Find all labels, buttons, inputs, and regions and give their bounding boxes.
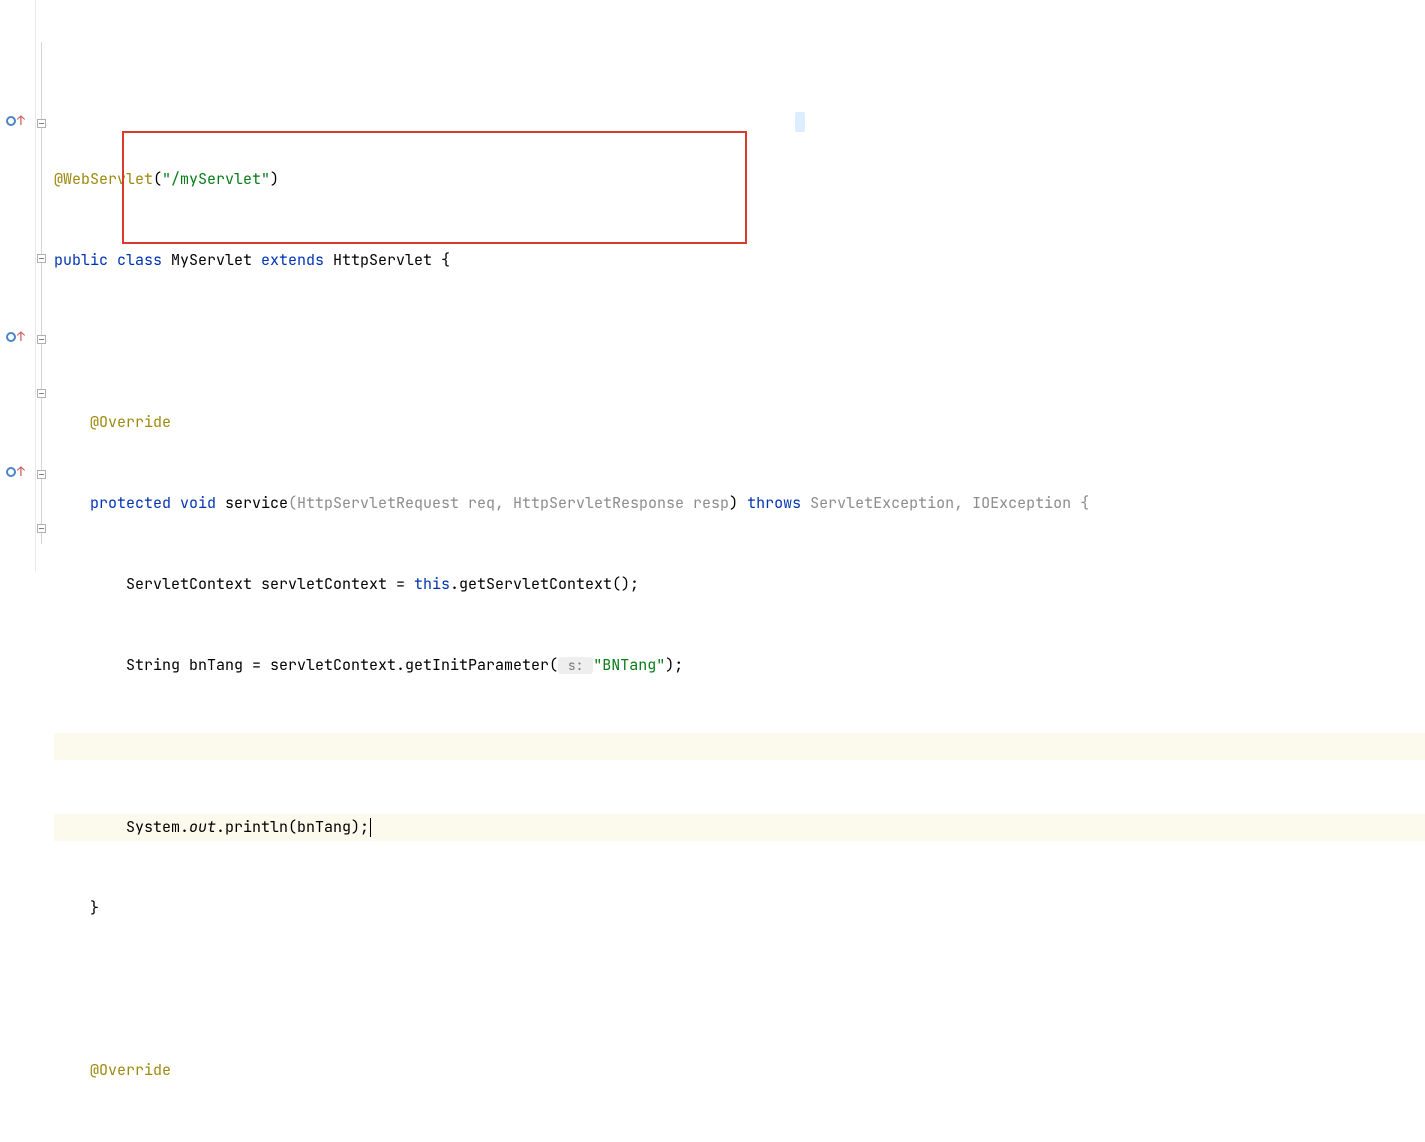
- override-up-arrow-icon: ↑: [17, 114, 25, 127]
- fold-toggle[interactable]: [37, 524, 46, 533]
- fold-toggle[interactable]: [37, 389, 46, 398]
- field: out: [189, 817, 216, 837]
- keyword: protected void: [90, 1141, 225, 1142]
- code-line[interactable]: }: [54, 895, 1425, 922]
- fold-toggle[interactable]: [37, 119, 46, 128]
- code-line[interactable]: @WebServlet("/myServlet"): [54, 166, 1425, 193]
- method-name: service: [225, 493, 288, 513]
- params: (HttpServletRequest req, HttpServletResp…: [270, 1141, 729, 1142]
- string-literal: "BNTang": [593, 655, 665, 675]
- text-caret: [370, 818, 371, 837]
- annotation: @Override: [90, 1060, 171, 1080]
- fold-toggle[interactable]: [37, 335, 46, 344]
- text: .println(bnTang);: [216, 817, 369, 837]
- class-name: MyServlet: [171, 250, 261, 270]
- text: HttpServlet {: [333, 250, 450, 270]
- text: (: [153, 169, 162, 189]
- code-editor[interactable]: @WebServlet("/myServlet") public class M…: [54, 0, 1425, 571]
- override-circle-icon: [6, 332, 16, 342]
- fold-toggle[interactable]: [37, 254, 46, 263]
- override-circle-icon: [6, 467, 16, 477]
- override-marker[interactable]: ↑: [6, 330, 30, 343]
- string-literal: "/myServlet": [162, 169, 270, 189]
- keyword: throws: [747, 493, 810, 513]
- code-line[interactable]: protected void service(HttpServletReques…: [54, 490, 1425, 517]
- keyword: this: [414, 574, 450, 594]
- param-hint: s:: [558, 657, 593, 674]
- fold-guide-line: [41, 42, 42, 544]
- annotation: @Override: [90, 412, 171, 432]
- text: System.: [126, 817, 189, 837]
- keyword: throws: [729, 1141, 792, 1142]
- method-name: doGet: [225, 1141, 270, 1142]
- override-circle-icon: [6, 116, 16, 126]
- exceptions: ServletException, IOException {: [792, 1141, 1071, 1142]
- code-line[interactable]: protected void doGet(HttpServletRequest …: [54, 1138, 1425, 1142]
- code-line[interactable]: ServletContext servletContext = this.get…: [54, 571, 1425, 598]
- override-marker[interactable]: ↑: [6, 465, 30, 478]
- text: .getServletContext();: [450, 574, 639, 594]
- code-line[interactable]: String bnTang = servletContext.getInitPa…: [54, 652, 1425, 679]
- text: ): [270, 169, 279, 189]
- keyword: public class: [54, 250, 171, 270]
- text: String bnTang = servletContext.getInitPa…: [126, 655, 558, 675]
- editor-gutter[interactable]: ↑ ↑ ↑: [0, 0, 36, 571]
- code-line-current[interactable]: System.out.println(bnTang);: [54, 814, 1425, 841]
- text: ): [729, 493, 747, 513]
- fold-toggle[interactable]: [37, 470, 46, 479]
- keyword: extends: [261, 250, 333, 270]
- exceptions: ServletException, IOException {: [810, 493, 1089, 513]
- override-up-arrow-icon: ↑: [17, 465, 25, 478]
- fold-column[interactable]: [36, 0, 54, 571]
- keyword: protected void: [90, 493, 225, 513]
- text: );: [665, 655, 683, 675]
- code-line[interactable]: [54, 328, 1425, 355]
- code-line[interactable]: public class MyServlet extends HttpServl…: [54, 247, 1425, 274]
- params: (HttpServletRequest req, HttpServletResp…: [288, 493, 729, 513]
- matching-paren-highlight: [795, 112, 805, 132]
- annotation: @WebServlet: [54, 169, 153, 189]
- code-line[interactable]: [54, 976, 1425, 1003]
- override-up-arrow-icon: ↑: [17, 330, 25, 343]
- code-line[interactable]: @Override: [54, 409, 1425, 436]
- override-marker[interactable]: ↑: [6, 114, 30, 127]
- text: }: [54, 898, 99, 918]
- code-line[interactable]: @Override: [54, 1057, 1425, 1084]
- code-line[interactable]: [54, 733, 1425, 760]
- text: ServletContext servletContext =: [126, 574, 414, 594]
